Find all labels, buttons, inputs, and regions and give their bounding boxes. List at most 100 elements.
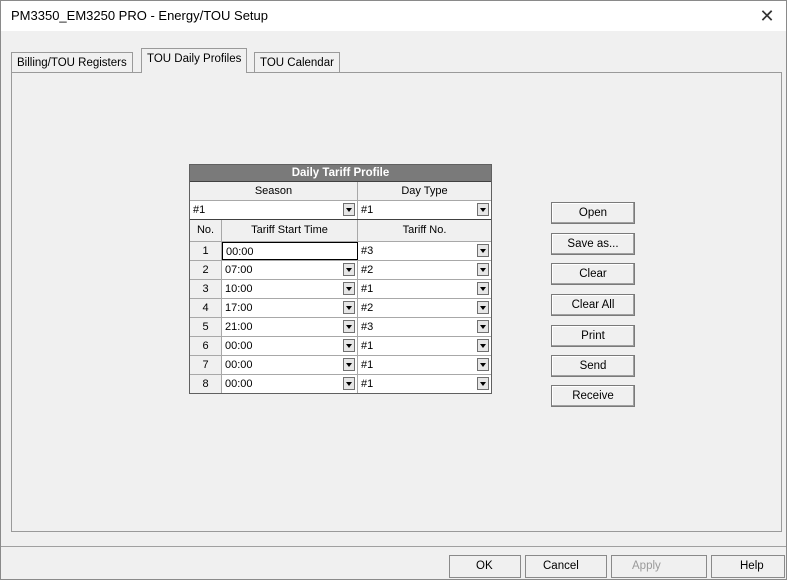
start-time-value: 07:00	[225, 264, 253, 276]
columns-header-row: No. Tariff Start Time Tariff No.	[190, 220, 491, 242]
tab-tou-calendar[interactable]: TOU Calendar	[254, 52, 340, 72]
tab-label: Billing/TOU Registers	[17, 57, 127, 69]
row-number: 8	[190, 375, 222, 393]
start-time-value: 00:00	[225, 340, 253, 352]
chevron-down-icon[interactable]	[343, 282, 355, 295]
start-time-value: 00:00	[225, 378, 253, 390]
chevron-down-icon[interactable]	[343, 377, 355, 390]
row-number: 5	[190, 318, 222, 336]
tariff-no-select[interactable]: #1	[358, 356, 491, 374]
chevron-down-icon[interactable]	[477, 320, 489, 333]
window-title: PM3350_EM3250 PRO - Energy/TOU Setup	[11, 8, 268, 23]
chevron-down-icon[interactable]	[343, 358, 355, 371]
tariff-no-select[interactable]: #2	[358, 299, 491, 317]
chevron-down-icon[interactable]	[477, 358, 489, 371]
chevron-down-icon[interactable]	[477, 339, 489, 352]
grid-title: Daily Tariff Profile	[190, 165, 491, 182]
tab-label: TOU Daily Profiles	[147, 53, 242, 65]
row-number: 7	[190, 356, 222, 374]
season-header: Season	[190, 182, 358, 200]
season-select[interactable]: #1	[190, 201, 358, 219]
row-number: 3	[190, 280, 222, 298]
clear-button[interactable]: Clear	[551, 263, 635, 285]
row-number: 6	[190, 337, 222, 355]
tariff-no-value: #3	[361, 321, 374, 333]
tariff-no-value: #3	[361, 245, 374, 257]
print-button[interactable]: Print	[551, 325, 635, 347]
table-row: 1 00:00 #3	[190, 242, 491, 261]
save-as-button[interactable]: Save as...	[551, 233, 635, 255]
start-time-select[interactable]: 00:00	[222, 375, 358, 393]
table-row: 5 21:00 #3	[190, 318, 491, 337]
season-value: #1	[193, 204, 206, 216]
table-row: 4 17:00 #2	[190, 299, 491, 318]
chevron-down-icon[interactable]	[477, 282, 489, 295]
ok-button[interactable]: OK	[449, 555, 521, 578]
start-time-value: 00:00	[225, 359, 253, 371]
chevron-down-icon[interactable]	[477, 203, 489, 216]
tariff-no-value: #2	[361, 264, 374, 276]
column-header-no: No.	[190, 220, 222, 241]
cancel-button[interactable]: Cancel	[525, 555, 607, 578]
help-button[interactable]: Help	[711, 555, 785, 578]
energy-tou-setup-window: PM3350_EM3250 PRO - Energy/TOU Setup ✕ B…	[0, 0, 787, 580]
day-type-header: Day Type	[358, 182, 491, 200]
tariff-no-select[interactable]: #3	[358, 318, 491, 336]
day-type-value: #1	[361, 204, 374, 216]
start-time-select[interactable]: 21:00	[222, 318, 358, 336]
table-row: 7 00:00 #1	[190, 356, 491, 375]
tariff-no-value: #1	[361, 378, 374, 390]
row-number: 1	[190, 242, 222, 260]
tariff-no-value: #1	[361, 359, 374, 371]
chevron-down-icon[interactable]	[477, 377, 489, 390]
table-row: 8 00:00 #1	[190, 375, 491, 393]
title-bar: PM3350_EM3250 PRO - Energy/TOU Setup ✕	[1, 1, 786, 31]
table-row: 3 10:00 #1	[190, 280, 491, 299]
table-row: 2 07:00 #2	[190, 261, 491, 280]
start-time-value: 00:00	[226, 246, 254, 258]
receive-button[interactable]: Receive	[551, 385, 635, 407]
chevron-down-icon[interactable]	[343, 263, 355, 276]
tariff-no-select[interactable]: #2	[358, 261, 491, 279]
tariff-no-select[interactable]: #1	[358, 375, 491, 393]
season-daytype-value-row: #1 #1	[190, 201, 491, 220]
chevron-down-icon[interactable]	[477, 301, 489, 314]
start-time-select[interactable]: 00:00	[222, 356, 358, 374]
tab-billing-tou-registers[interactable]: Billing/TOU Registers	[11, 52, 133, 72]
tariff-no-value: #2	[361, 302, 374, 314]
chevron-down-icon[interactable]	[477, 244, 489, 257]
start-time-value: 17:00	[225, 302, 253, 314]
tab-tou-daily-profiles[interactable]: TOU Daily Profiles	[141, 48, 248, 73]
send-button[interactable]: Send	[551, 355, 635, 377]
tariff-rows: 1 00:00 #3 2 07:00 #2 3 10:00 #1 4 17:00 #2 5 21:00 #3…	[190, 242, 491, 393]
tab-label: TOU Calendar	[260, 57, 334, 69]
table-row: 6 00:00 #1	[190, 337, 491, 356]
season-daytype-header-row: Season Day Type	[190, 182, 491, 201]
start-time-select[interactable]: 10:00	[222, 280, 358, 298]
start-time-value: 21:00	[225, 321, 253, 333]
start-time-select[interactable]: 00:00	[222, 337, 358, 355]
row-number: 2	[190, 261, 222, 279]
start-time-select[interactable]: 07:00	[222, 261, 358, 279]
tariff-no-select[interactable]: #3	[358, 242, 491, 260]
apply-button: Apply	[611, 555, 707, 578]
chevron-down-icon[interactable]	[343, 339, 355, 352]
close-icon[interactable]: ✕	[754, 3, 780, 29]
tariff-no-value: #1	[361, 283, 374, 295]
start-time-input[interactable]: 00:00	[222, 242, 358, 260]
tariff-no-value: #1	[361, 340, 374, 352]
row-number: 4	[190, 299, 222, 317]
chevron-down-icon[interactable]	[343, 301, 355, 314]
chevron-down-icon[interactable]	[343, 320, 355, 333]
start-time-select[interactable]: 17:00	[222, 299, 358, 317]
day-type-select[interactable]: #1	[358, 201, 491, 219]
daily-tariff-profile-grid: Daily Tariff Profile Season Day Type #1 …	[189, 164, 492, 394]
column-header-tariff-no: Tariff No.	[358, 220, 491, 241]
open-button[interactable]: Open	[551, 202, 635, 224]
tariff-no-select[interactable]: #1	[358, 280, 491, 298]
clear-all-button[interactable]: Clear All	[551, 294, 635, 316]
column-header-start-time: Tariff Start Time	[222, 220, 358, 241]
chevron-down-icon[interactable]	[477, 263, 489, 276]
tariff-no-select[interactable]: #1	[358, 337, 491, 355]
chevron-down-icon[interactable]	[343, 203, 355, 216]
